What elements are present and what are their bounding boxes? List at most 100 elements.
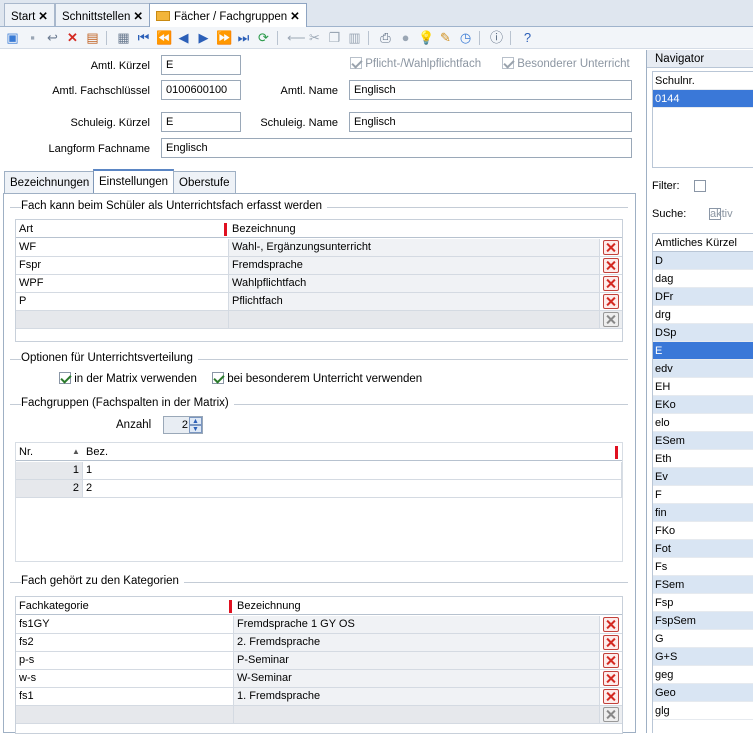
table-row[interactable]: 1 1 (16, 462, 622, 480)
delete-row-icon[interactable] (603, 294, 619, 309)
new-row[interactable] (16, 706, 622, 724)
tab-oberstufe[interactable]: Oberstufe (173, 171, 236, 193)
list-icon[interactable]: ▦ (116, 30, 131, 45)
col-art[interactable]: Art (16, 220, 36, 238)
next-record-icon[interactable]: ▶ (196, 30, 211, 45)
schul-name-field[interactable]: Englisch (349, 112, 632, 132)
kuerzel-item[interactable]: EKo (653, 396, 753, 414)
kuerzel-item[interactable]: DSp (653, 324, 753, 342)
table-row[interactable]: fs1GY Fremdsprache 1 GY OS (16, 616, 622, 634)
kuerzel-item[interactable]: edv (653, 360, 753, 378)
fast-forward-icon[interactable]: ⏩ (216, 30, 232, 45)
kuerzel-item[interactable]: Fs (653, 558, 753, 576)
back-arrow-icon[interactable]: ⟵ (287, 30, 306, 45)
kuerzel-item[interactable]: glg (653, 702, 753, 720)
delete-row-icon[interactable] (603, 240, 619, 255)
fast-back-icon[interactable]: ⏪ (156, 30, 172, 45)
table-row[interactable]: WPF Wahlpflichtfach (16, 275, 622, 293)
cell-art[interactable] (16, 311, 229, 328)
kuerzel-item[interactable]: G+S (653, 648, 753, 666)
cell-kategorie[interactable]: fs1GY (16, 616, 234, 633)
kuerzel-item[interactable]: elo (653, 414, 753, 432)
cell-kategorie[interactable]: w-s (16, 670, 234, 687)
amtl-kuerzel-field[interactable]: E (161, 55, 241, 75)
kuerzel-item[interactable]: F (653, 486, 753, 504)
delete-row-icon[interactable] (603, 276, 619, 291)
close-icon[interactable]: ✕ (290, 11, 300, 23)
delete-row-icon[interactable] (603, 689, 619, 704)
kuerzel-item[interactable]: Geo (653, 684, 753, 702)
cell-bez[interactable]: 1 (83, 462, 622, 479)
save-icon[interactable]: ▪ (25, 30, 40, 45)
card-icon[interactable]: ▤ (85, 30, 100, 45)
first-record-icon[interactable]: ⏮ (136, 30, 151, 45)
delete-row-icon[interactable] (603, 258, 619, 273)
kuerzel-item[interactable]: D (653, 252, 753, 270)
delete-icon[interactable]: ✕ (65, 30, 80, 45)
table-row[interactable]: p-s P-Seminar (16, 652, 622, 670)
anzahl-stepper[interactable]: 2 ▲ ▼ (163, 416, 203, 434)
kuerzel-item[interactable]: E (653, 342, 753, 360)
cut-icon[interactable]: ✂ (307, 30, 322, 45)
cell-kategorie[interactable] (16, 706, 234, 723)
kuerzel-item[interactable]: Ev (653, 468, 753, 486)
new-record-icon[interactable]: ▣ (5, 30, 20, 45)
spin-down-icon[interactable]: ▼ (189, 425, 202, 433)
table-row[interactable]: Fspr Fremdsprache (16, 257, 622, 275)
filter-checkbox[interactable] (694, 180, 706, 192)
undo-icon[interactable]: ↩ (45, 30, 60, 45)
new-row[interactable] (16, 311, 622, 329)
cell-bezeichnung[interactable]: Fremdsprache 1 GY OS (234, 616, 600, 633)
print-icon[interactable]: ⎙ (378, 30, 393, 45)
refresh-icon[interactable]: ⟳ (256, 30, 271, 45)
amtl-name-field[interactable]: Englisch (349, 80, 632, 100)
prev-record-icon[interactable]: ◀ (176, 30, 191, 45)
cell-bezeichnung[interactable]: P-Seminar (234, 652, 600, 669)
paste-icon[interactable]: ▥ (347, 30, 362, 45)
delete-row-icon[interactable] (603, 671, 619, 686)
table-row[interactable]: WF Wahl-, Ergänzungsunterricht (16, 239, 622, 257)
cell-bezeichnung[interactable]: 2. Fremdsprache (234, 634, 600, 651)
spin-up-icon[interactable]: ▲ (189, 417, 202, 425)
checkbox-icon[interactable] (212, 372, 224, 384)
kuerzel-item[interactable]: dag (653, 270, 753, 288)
cell-art[interactable]: WPF (16, 275, 229, 292)
kuerzel-item[interactable]: Eth (653, 450, 753, 468)
delete-row-icon[interactable] (603, 635, 619, 650)
kuerzel-item[interactable]: Fsp (653, 594, 753, 612)
cell-art[interactable]: WF (16, 239, 229, 256)
cell-art[interactable]: P (16, 293, 229, 310)
kuerzel-item[interactable]: Fot (653, 540, 753, 558)
tab-einstellungen[interactable]: Einstellungen (93, 169, 175, 194)
close-icon[interactable]: ✕ (133, 11, 143, 23)
lightbulb-icon[interactable]: 💡 (418, 30, 434, 45)
schulnr-item[interactable]: 0144 (653, 90, 753, 108)
kuerzel-item[interactable]: drg (653, 306, 753, 324)
cell-bezeichnung[interactable] (234, 706, 600, 723)
kuerzel-item[interactable]: FKo (653, 522, 753, 540)
last-record-icon[interactable]: ⏭ (236, 30, 251, 45)
tab-bezeichnungen[interactable]: Bezeichnungen (4, 171, 96, 193)
tab-schnittstellen[interactable]: Schnittstellen ✕ (55, 3, 151, 26)
cell-kategorie[interactable]: fs2 (16, 634, 234, 651)
kuerzel-item[interactable]: geg (653, 666, 753, 684)
delete-row-icon[interactable] (603, 707, 619, 722)
delete-row-icon[interactable] (603, 312, 619, 327)
cell-bezeichnung[interactable] (229, 311, 600, 328)
preview-icon[interactable]: ● (398, 30, 413, 45)
table-row[interactable]: fs1 1. Fremdsprache (16, 688, 622, 706)
schulnr-list[interactable]: Schulnr. 0144 (652, 71, 753, 168)
info-icon[interactable]: ⓘ (489, 30, 504, 45)
langform-field[interactable]: Englisch (161, 138, 632, 158)
col-bezeichnung[interactable]: Bezeichnung (234, 597, 304, 615)
cell-nr[interactable]: 1 (16, 462, 83, 479)
cell-bez[interactable]: 2 (83, 480, 622, 497)
kuerzel-item[interactable]: ESem (653, 432, 753, 450)
kuerzel-item[interactable]: FspSem (653, 612, 753, 630)
cell-bezeichnung[interactable]: W-Seminar (234, 670, 600, 687)
col-fachkategorie[interactable]: Fachkategorie (16, 597, 92, 615)
cell-bezeichnung[interactable]: Wahlpflichtfach (229, 275, 600, 292)
schul-kuerzel-field[interactable]: E (161, 112, 241, 132)
close-icon[interactable]: ✕ (38, 11, 48, 23)
cell-kategorie[interactable]: p-s (16, 652, 234, 669)
